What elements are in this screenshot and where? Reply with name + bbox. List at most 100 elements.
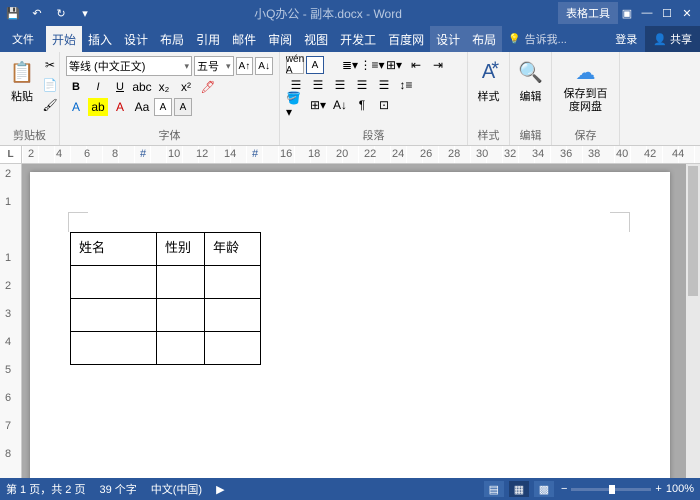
format-painter-icon[interactable]: 🖌 (40, 96, 60, 114)
tab-references[interactable]: 引用 (190, 26, 226, 52)
distribute-icon[interactable]: ☰ (374, 76, 394, 94)
subscript-icon[interactable]: x₂ (154, 78, 174, 96)
cut-icon[interactable]: ✂ (40, 56, 60, 74)
snap-grid-icon[interactable]: ⊡ (374, 96, 394, 114)
macro-icon[interactable]: ▶ (216, 483, 224, 496)
tab-layout[interactable]: 布局 (154, 26, 190, 52)
undo-icon[interactable]: ↶ (28, 4, 46, 22)
document-table[interactable]: 姓名 性别 年龄 (70, 232, 261, 365)
read-mode-icon[interactable]: ▤ (484, 481, 504, 497)
scrollbar-thumb[interactable] (688, 166, 698, 296)
share-button[interactable]: 👤共享 (645, 26, 700, 52)
underline-icon[interactable]: U (110, 78, 130, 96)
phonetic-guide-icon[interactable]: wénA (286, 56, 304, 74)
print-layout-icon[interactable]: ▦ (509, 481, 529, 497)
window-title: 小Q办公 - 副本.docx - Word (98, 5, 558, 22)
styles-button[interactable]: A⃰ 样式 (474, 56, 503, 106)
group-clipboard: 剪贴板 (6, 125, 53, 143)
decrease-indent-icon[interactable]: ⇤ (406, 56, 426, 74)
zoom-out-icon[interactable]: − (561, 483, 567, 495)
grow-font-icon[interactable]: A↑ (236, 57, 254, 75)
superscript-icon[interactable]: x² (176, 78, 196, 96)
table-cell[interactable]: 性别 (157, 233, 205, 266)
document-canvas[interactable]: 姓名 性别 年龄 (22, 164, 700, 480)
shrink-font-icon[interactable]: A↓ (255, 57, 273, 75)
language-status[interactable]: 中文(中国) (151, 481, 202, 497)
table-cell[interactable]: 年龄 (205, 233, 261, 266)
group-editing: 编辑 (516, 125, 545, 143)
increase-indent-icon[interactable]: ⇥ (428, 56, 448, 74)
shading-icon[interactable]: 🪣▾ (286, 96, 306, 114)
show-marks-icon[interactable]: ¶ (352, 96, 372, 114)
page-status[interactable]: 第 1 页，共 2 页 (6, 481, 85, 497)
sort-icon[interactable]: A↓ (330, 96, 350, 114)
align-right-icon[interactable]: ☰ (330, 76, 350, 94)
ribbon-options-icon[interactable]: ▣ (618, 4, 636, 22)
table-cell[interactable] (71, 332, 157, 365)
baidu-save-button[interactable]: ☁ 保存到百度网盘 (558, 56, 613, 116)
line-spacing-icon[interactable]: ↕≡ (396, 76, 416, 94)
phonetic-icon[interactable]: Aa (132, 98, 152, 116)
table-cell[interactable] (205, 332, 261, 365)
tab-mailings[interactable]: 邮件 (226, 26, 262, 52)
margin-marker (610, 212, 630, 232)
vertical-ruler[interactable]: 2112345678 (0, 164, 22, 480)
char-border-icon[interactable]: A (154, 98, 172, 116)
tab-insert[interactable]: 插入 (82, 26, 118, 52)
editing-button[interactable]: 🔍 编辑 (516, 56, 545, 106)
enclosed-char-icon[interactable]: A (306, 56, 324, 74)
group-font: 字体 (66, 125, 273, 143)
tab-table-design[interactable]: 设计 (430, 26, 466, 52)
font-size-selector[interactable]: 五号▾ (194, 56, 233, 76)
borders-icon[interactable]: ⊞▾ (308, 96, 328, 114)
tab-baidu[interactable]: 百度网 (382, 26, 430, 52)
close-icon[interactable]: ✕ (678, 4, 696, 22)
align-center-icon[interactable]: ☰ (308, 76, 328, 94)
justify-icon[interactable]: ☰ (352, 76, 372, 94)
tab-developer[interactable]: 开发工 (334, 26, 382, 52)
font-color-icon[interactable]: A (110, 98, 130, 116)
horizontal-ruler[interactable]: 2468#101214#1618202224262830323436384042… (22, 146, 700, 163)
table-cell[interactable] (71, 299, 157, 332)
vertical-scrollbar[interactable] (686, 164, 700, 478)
maximize-icon[interactable]: ☐ (658, 4, 676, 22)
file-menu[interactable]: 文件 (0, 26, 46, 52)
tell-me[interactable]: 告诉我... (508, 31, 567, 47)
tab-table-layout[interactable]: 布局 (466, 26, 502, 52)
zoom-in-icon[interactable]: + (655, 483, 661, 495)
table-cell[interactable] (157, 299, 205, 332)
tab-design[interactable]: 设计 (118, 26, 154, 52)
tab-review[interactable]: 审阅 (262, 26, 298, 52)
copy-icon[interactable]: 📄 (40, 76, 60, 94)
zoom-slider[interactable] (571, 488, 651, 491)
login-link[interactable]: 登录 (607, 31, 645, 47)
table-cell[interactable] (157, 266, 205, 299)
tab-home[interactable]: 开始 (46, 26, 82, 52)
margin-marker (68, 212, 88, 232)
table-cell[interactable] (205, 266, 261, 299)
italic-icon[interactable]: I (88, 78, 108, 96)
bullets-icon[interactable]: ≣▾ (340, 56, 360, 74)
tab-view[interactable]: 视图 (298, 26, 334, 52)
minimize-icon[interactable]: — (638, 4, 656, 22)
font-selector[interactable]: 等线 (中文正文)▾ (66, 56, 192, 76)
qat-dropdown-icon[interactable]: ▾ (76, 4, 94, 22)
clear-format-icon[interactable]: 🖊 (198, 78, 218, 96)
highlight-icon[interactable]: ab (88, 98, 108, 116)
text-effects-icon[interactable]: A (66, 98, 86, 116)
table-cell[interactable] (205, 299, 261, 332)
web-layout-icon[interactable]: ▩ (534, 481, 554, 497)
table-cell[interactable]: 姓名 (71, 233, 157, 266)
numbering-icon[interactable]: ⋮≡▾ (362, 56, 382, 74)
strikethrough-icon[interactable]: abc (132, 78, 152, 96)
table-cell[interactable] (157, 332, 205, 365)
char-shading-icon[interactable]: A (174, 98, 192, 116)
multilevel-icon[interactable]: ⊞▾ (384, 56, 404, 74)
save-icon[interactable]: 💾 (4, 4, 22, 22)
redo-icon[interactable]: ↻ (52, 4, 70, 22)
word-count[interactable]: 39 个字 (99, 481, 136, 497)
table-cell[interactable] (71, 266, 157, 299)
paste-button[interactable]: 📋 粘贴 (6, 56, 38, 114)
zoom-level[interactable]: 100% (666, 483, 694, 495)
bold-icon[interactable]: B (66, 78, 86, 96)
